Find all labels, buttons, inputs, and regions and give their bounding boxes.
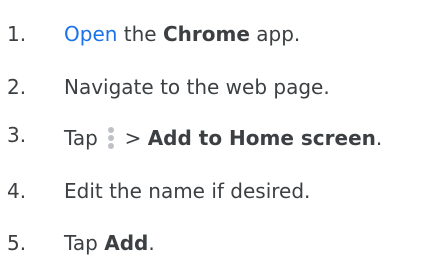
step-text-part: .	[148, 231, 155, 255]
menu-option: Add to Home screen	[147, 126, 376, 150]
step-2: 2. Navigate to the web page.	[0, 69, 428, 105]
step-text-part: app.	[249, 22, 301, 46]
step-number: 3.	[7, 123, 27, 147]
step-number: 4.	[7, 179, 27, 203]
step-text-part: .	[375, 126, 383, 150]
step-1: 1. Open the Chrome app.	[0, 16, 428, 52]
step-text: Edit the name if desired.	[64, 179, 311, 203]
step-text-part: >	[118, 126, 148, 150]
step-number: 2.	[7, 75, 27, 99]
step-text-part: Tap	[64, 231, 105, 255]
step-text: Tap Add.	[64, 225, 155, 261]
step-text: Tap > Add to Home screen.	[64, 120, 382, 156]
app-name: Chrome	[162, 22, 250, 46]
step-number: 5.	[7, 231, 27, 255]
step-3: 3. Tap > Add to Home screen.	[0, 120, 428, 156]
step-text-part: Tap	[64, 126, 105, 150]
more-vertical-icon	[106, 127, 116, 149]
step-text: Open the Chrome app.	[64, 16, 300, 52]
step-text-part: the	[117, 22, 163, 46]
instruction-list: 1. Open the Chrome app. 2. Navigate to t…	[0, 0, 428, 268]
add-button-label: Add	[104, 231, 149, 255]
step-4: 4. Edit the name if desired.	[0, 173, 428, 209]
open-link[interactable]: Open	[64, 22, 117, 46]
step-text: Navigate to the web page.	[64, 75, 330, 99]
step-number: 1.	[7, 22, 27, 46]
step-5: 5. Tap Add.	[0, 225, 428, 261]
